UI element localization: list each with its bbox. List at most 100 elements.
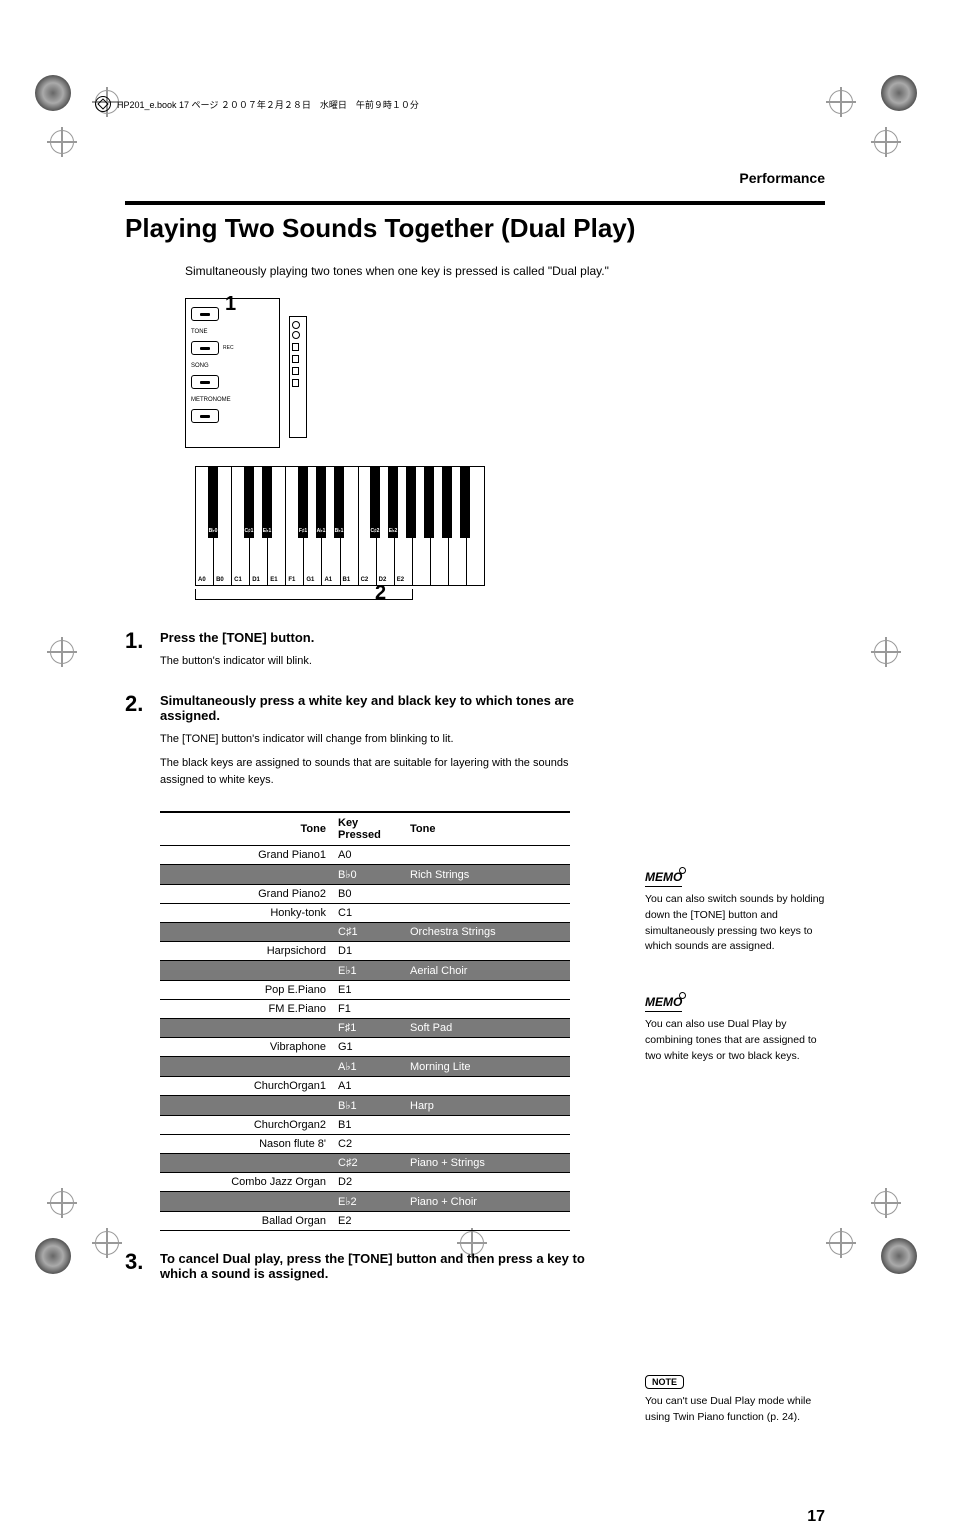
- table-cell: A0: [332, 846, 404, 865]
- table-row: C♯1Orchestra Strings: [160, 923, 570, 942]
- table-row: ChurchOrgan1A1: [160, 1077, 570, 1096]
- table-cell: [160, 865, 332, 885]
- figure-callout-2: 2: [375, 582, 386, 605]
- table-cell: FM E.Piano: [160, 1000, 332, 1019]
- table-cell: [160, 1192, 332, 1212]
- table-cell: Grand Piano1: [160, 846, 332, 865]
- section-header: Performance: [125, 170, 825, 186]
- crop-mark-icon: [50, 1191, 80, 1221]
- table-cell: E♭1: [332, 961, 404, 981]
- table-cell: E♭2: [332, 1192, 404, 1212]
- table-cell: [160, 961, 332, 981]
- table-cell: Vibraphone: [160, 1038, 332, 1057]
- figure-panel-keyboard: 1 TONE REC SONG METRONOME A0B0C1D1E1F1G1…: [185, 298, 605, 600]
- memo-text: You can also use Dual Play by combining …: [645, 1017, 825, 1064]
- key-label: D1: [252, 577, 260, 583]
- tone-label: TONE: [191, 329, 274, 335]
- black-key: F♯1: [298, 466, 308, 538]
- note-label: NOTE: [645, 1375, 684, 1389]
- intro-text: Simultaneously playing two tones when on…: [185, 264, 825, 278]
- black-key: E♭1: [262, 466, 272, 538]
- key-label: F1: [288, 577, 295, 583]
- header-note-text: HP201_e.book 17 ページ ２００７年２月２８日 水曜日 午前９時１…: [117, 98, 419, 111]
- table-row: Honky-tonkC1: [160, 904, 570, 923]
- horizontal-rule: [125, 201, 825, 205]
- crop-mark-icon: [874, 1191, 904, 1221]
- key-label: E1: [270, 577, 277, 583]
- table-cell: G1: [332, 1038, 404, 1057]
- step-heading: Press the [TONE] button.: [160, 630, 605, 645]
- black-key: B♭0: [208, 466, 218, 538]
- table-cell: Harp: [404, 1096, 570, 1116]
- table-cell: Ballad Organ: [160, 1212, 332, 1231]
- page-title: Playing Two Sounds Together (Dual Play): [125, 213, 825, 244]
- table-cell: [160, 1154, 332, 1173]
- key-label: E2: [397, 577, 404, 583]
- table-cell: Soft Pad: [404, 1019, 570, 1038]
- note-text: You can't use Dual Play mode while using…: [645, 1394, 825, 1426]
- table-cell: Piano + Strings: [404, 1154, 570, 1173]
- table-cell: E2: [332, 1212, 404, 1231]
- step-number: 1.: [125, 630, 160, 678]
- table-cell: [404, 904, 570, 923]
- table-cell: [404, 1135, 570, 1154]
- black-key: C♯2: [370, 466, 380, 538]
- table-row: B♭1Harp: [160, 1096, 570, 1116]
- table-cell: B0: [332, 885, 404, 904]
- table-cell: Rich Strings: [404, 865, 570, 885]
- table-cell: C1: [332, 904, 404, 923]
- table-cell: [404, 1212, 570, 1231]
- table-cell: [404, 846, 570, 865]
- keyboard-diagram: A0B0C1D1E1F1G1A1B1C2D2E2 B♭0C♯1E♭1F♯1A♭1…: [195, 448, 485, 600]
- table-header-key: Key Pressed: [332, 812, 404, 846]
- memo-text: You can also switch sounds by holding do…: [645, 892, 825, 955]
- table-cell: [404, 1116, 570, 1135]
- key-label: F♯1: [298, 528, 308, 534]
- table-header-tone2: Tone: [404, 812, 570, 846]
- table-cell: Aerial Choir: [404, 961, 570, 981]
- table-cell: [160, 923, 332, 942]
- table-cell: [160, 1096, 332, 1116]
- table-cell: ChurchOrgan1: [160, 1077, 332, 1096]
- rec-label: REC: [223, 346, 234, 351]
- memo-label: MEMO: [645, 870, 682, 887]
- crop-mark-icon: [829, 90, 859, 120]
- table-row: ChurchOrgan2B1: [160, 1116, 570, 1135]
- table-cell: [160, 1019, 332, 1038]
- key-label: E♭1: [262, 528, 272, 534]
- table-row: A♭1Morning Lite: [160, 1057, 570, 1077]
- key-label: A0: [198, 577, 206, 583]
- table-row: Grand Piano1A0: [160, 846, 570, 865]
- crop-mark-icon: [829, 1231, 859, 1261]
- key-label: C♯2: [370, 528, 380, 534]
- black-key: E♭2: [388, 466, 398, 538]
- table-cell: A1: [332, 1077, 404, 1096]
- table-row: E♭2Piano + Choir: [160, 1192, 570, 1212]
- step-number: 3.: [125, 1251, 160, 1289]
- note-box: NOTE You can't use Dual Play mode while …: [645, 1374, 825, 1426]
- table-cell: B♭0: [332, 865, 404, 885]
- black-key: [406, 466, 416, 538]
- black-key: B♭1: [334, 466, 344, 538]
- table-cell: [160, 1057, 332, 1077]
- step-text: The button's indicator will blink.: [160, 653, 605, 670]
- black-key: [442, 466, 452, 538]
- figure-callout-1: 1: [225, 293, 236, 316]
- step-text: The black keys are assigned to sounds th…: [160, 755, 605, 788]
- table-row: VibraphoneG1: [160, 1038, 570, 1057]
- table-cell: D2: [332, 1173, 404, 1192]
- table-cell: Morning Lite: [404, 1057, 570, 1077]
- key-label: B♭1: [334, 528, 344, 534]
- key-label: B0: [216, 577, 224, 583]
- table-cell: [404, 1077, 570, 1096]
- memo-box-2: MEMO You can also use Dual Play by combi…: [645, 995, 825, 1064]
- table-row: B♭0Rich Strings: [160, 865, 570, 885]
- step-1: 1. Press the [TONE] button. The button's…: [125, 630, 605, 678]
- table-cell: Combo Jazz Organ: [160, 1173, 332, 1192]
- table-cell: Harpsichord: [160, 942, 332, 961]
- control-panel-diagram: TONE REC SONG METRONOME: [185, 298, 280, 448]
- table-row: HarpsichordD1: [160, 942, 570, 961]
- table-row: F♯1Soft Pad: [160, 1019, 570, 1038]
- print-corner-icon: [35, 75, 73, 113]
- memo-label: MEMO: [645, 995, 682, 1012]
